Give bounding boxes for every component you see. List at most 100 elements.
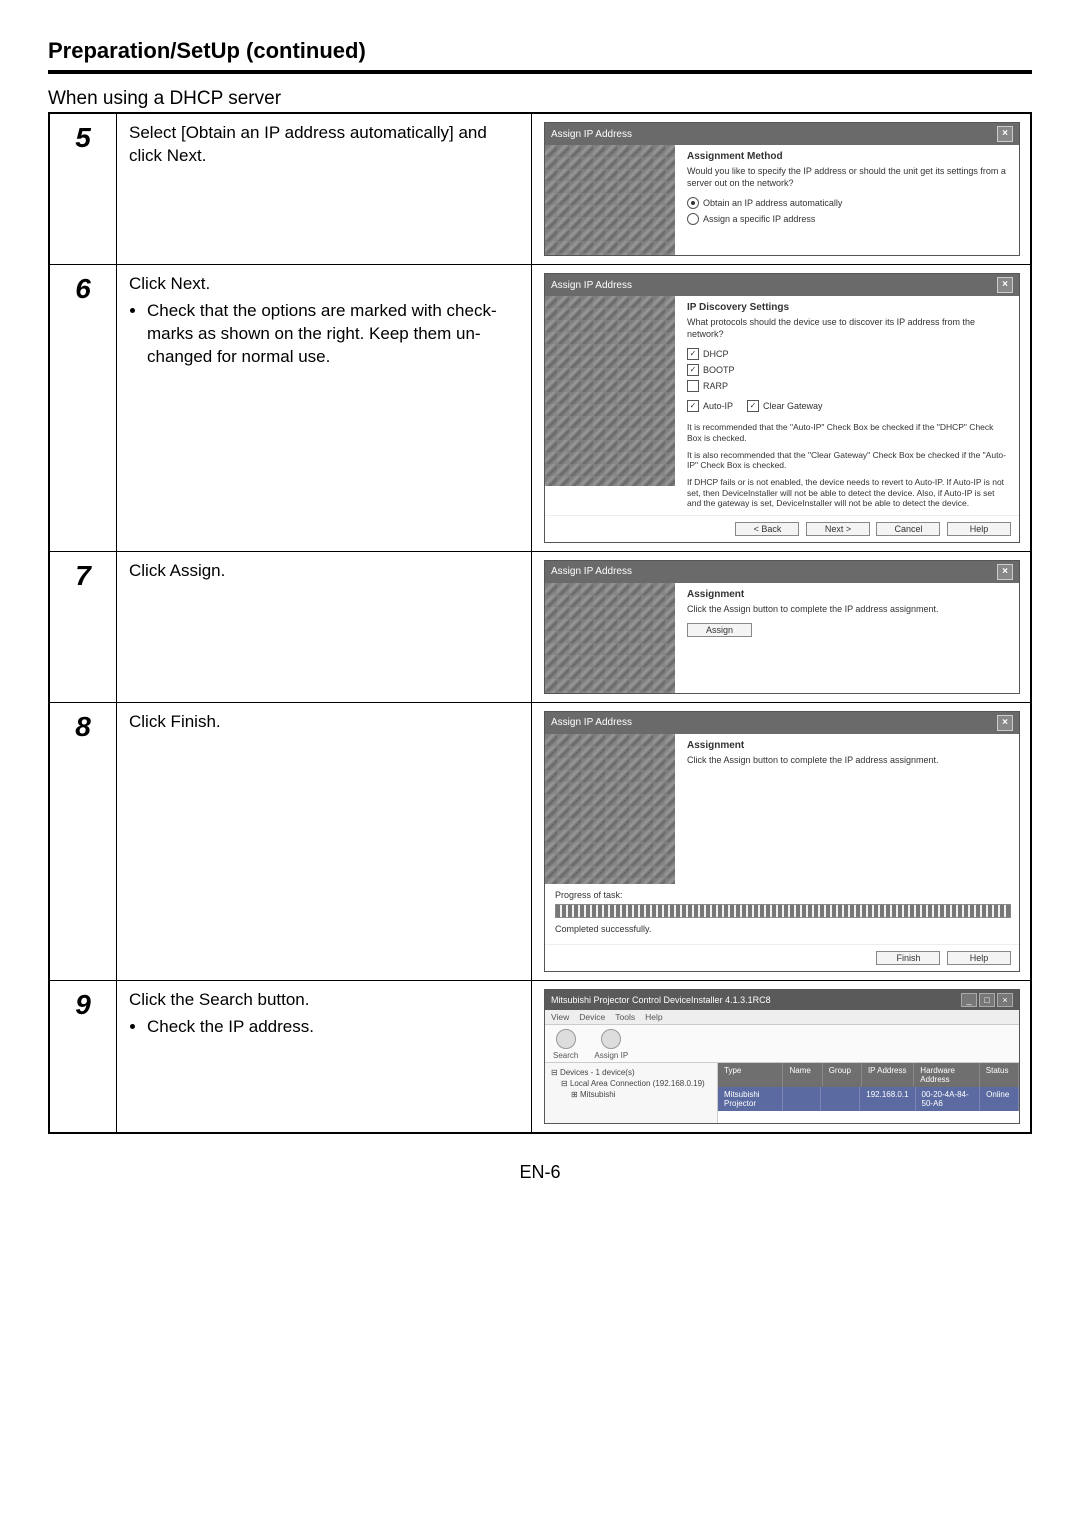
radio-label: Obtain an IP address automatically — [703, 198, 842, 208]
dialog-side-image — [545, 583, 675, 693]
close-icon[interactable]: × — [997, 715, 1013, 731]
back-button[interactable]: < Back — [735, 522, 799, 536]
minimize-icon[interactable]: _ — [961, 993, 977, 1007]
checkbox-autoip[interactable]: Auto-IP — [687, 400, 733, 412]
step-screenshot: Assign IP Address × Assignment Method Wo… — [532, 113, 1032, 265]
checkbox-dhcp[interactable]: DHCP — [687, 348, 1009, 360]
device-tree[interactable]: ⊟ Devices - 1 device(s) ⊟ Local Area Con… — [545, 1063, 718, 1123]
col-group: Group — [823, 1063, 862, 1087]
step-text: Click Next. — [129, 274, 210, 293]
tree-brand: Mitsubishi — [580, 1090, 616, 1099]
assign-button[interactable]: Assign — [687, 623, 752, 637]
checkbox-label: RARP — [703, 381, 728, 391]
close-icon[interactable]: × — [997, 564, 1013, 580]
checkbox-label: DHCP — [703, 349, 729, 359]
checkbox-icon — [687, 380, 699, 392]
help-button[interactable]: Help — [947, 951, 1011, 965]
maximize-icon[interactable]: □ — [979, 993, 995, 1007]
step-row: 6 Click Next. Check that the options are… — [49, 265, 1031, 552]
dialog-side-image — [545, 734, 675, 884]
col-ip: IP Address — [862, 1063, 914, 1087]
step-screenshot: Mitsubishi Projector Control DeviceInsta… — [532, 980, 1032, 1133]
step-number: 5 — [49, 113, 117, 265]
menu-item[interactable]: Help — [645, 1012, 662, 1022]
tree-root: Devices - 1 device(s) — [560, 1068, 635, 1077]
step-number: 7 — [49, 551, 117, 702]
checkbox-clear-gateway[interactable]: Clear Gateway — [747, 400, 823, 412]
dialog-note: It is also recommended that the "Clear G… — [687, 450, 1009, 471]
dialog-title-text: Assign IP Address — [551, 280, 632, 291]
radio-icon — [687, 197, 699, 209]
cell-group — [821, 1087, 860, 1111]
close-icon[interactable]: × — [997, 277, 1013, 293]
cell-hw: 00-20-4A-84-50-A6 — [916, 1087, 981, 1111]
dialog-note: If DHCP fails or is not enabled, the dev… — [687, 477, 1009, 509]
step-number: 6 — [49, 265, 117, 552]
step-text: Click Finish. — [129, 712, 221, 731]
checkbox-icon — [687, 400, 699, 412]
step-screenshot: Assign IP Address × IP Discovery Setting… — [532, 265, 1032, 552]
step-text: Select [Obtain an IP address automatical… — [129, 123, 487, 165]
col-name: Name — [783, 1063, 822, 1087]
radio-obtain-auto[interactable]: Obtain an IP address automatically — [687, 197, 1009, 209]
globe-icon — [601, 1029, 621, 1049]
step-bullet: Check that the options are marked with c… — [147, 300, 519, 369]
checkbox-bootp[interactable]: BOOTP — [687, 364, 1009, 376]
step-description: Click Finish. — [117, 702, 532, 980]
menu-item[interactable]: View — [551, 1012, 569, 1022]
checkbox-label: Clear Gateway — [763, 401, 823, 411]
tree-connection: Local Area Connection (192.168.0.19) — [570, 1079, 705, 1088]
checkbox-icon — [687, 364, 699, 376]
dialog-title-text: Assign IP Address — [551, 717, 632, 728]
grid-header: Type Name Group IP Address Hardware Addr… — [718, 1063, 1019, 1087]
radio-label: Assign a specific IP address — [703, 214, 815, 224]
window-titlebar: Mitsubishi Projector Control DeviceInsta… — [545, 990, 1019, 1010]
checkbox-label: BOOTP — [703, 365, 735, 375]
checkbox-rarp[interactable]: RARP — [687, 380, 1009, 392]
dialog-heading: Assignment — [687, 740, 1009, 751]
step-row: 9 Click the Search button. Check the IP … — [49, 980, 1031, 1133]
close-icon[interactable]: × — [997, 126, 1013, 142]
dialog-heading: IP Discovery Settings — [687, 302, 1009, 313]
toolbar-label: Assign IP — [594, 1051, 628, 1060]
step-description: Click Assign. — [117, 551, 532, 702]
toolbar-assign-ip[interactable]: Assign IP — [594, 1029, 628, 1060]
finish-button[interactable]: Finish — [876, 951, 940, 965]
step-screenshot: Assign IP Address × Assignment Click the… — [532, 702, 1032, 980]
cell-status: Online — [980, 1087, 1019, 1111]
close-icon[interactable]: × — [997, 993, 1013, 1007]
dialog-titlebar: Assign IP Address × — [545, 123, 1019, 145]
grid-row[interactable]: Mitsubishi Projector 192.168.0.1 00-20-4… — [718, 1087, 1019, 1111]
menu-item[interactable]: Device — [579, 1012, 605, 1022]
window-toolbar: Search Assign IP — [545, 1025, 1019, 1063]
dialog-titlebar: Assign IP Address × — [545, 274, 1019, 296]
assign-ip-dialog: Assign IP Address × Assignment Method Wo… — [544, 122, 1020, 256]
radio-icon — [687, 213, 699, 225]
step-row: 8 Click Finish. Assign IP Address × Assi… — [49, 702, 1031, 980]
menu-item[interactable]: Tools — [615, 1012, 635, 1022]
dialog-footer: Finish Help — [545, 944, 1019, 971]
cell-ip: 192.168.0.1 — [860, 1087, 915, 1111]
dialog-title-text: Assign IP Address — [551, 129, 632, 140]
dialog-text: Click the Assign button to complete the … — [687, 604, 1009, 616]
step-number: 9 — [49, 980, 117, 1133]
checkbox-icon — [687, 348, 699, 360]
subheading: When using a DHCP server — [48, 88, 1032, 110]
checkbox-icon — [747, 400, 759, 412]
cancel-button[interactable]: Cancel — [876, 522, 940, 536]
dialog-heading: Assignment — [687, 589, 1009, 600]
device-grid: Type Name Group IP Address Hardware Addr… — [718, 1063, 1019, 1123]
step-bullet: Check the IP address. — [147, 1016, 519, 1039]
next-button[interactable]: Next > — [806, 522, 870, 536]
dialog-heading: Assignment Method — [687, 151, 1009, 162]
step-description: Click Next. Check that the options are m… — [117, 265, 532, 552]
step-number: 8 — [49, 702, 117, 980]
page-number: EN-6 — [48, 1162, 1032, 1183]
radio-assign-specific[interactable]: Assign a specific IP address — [687, 213, 1009, 225]
col-hw: Hardware Address — [914, 1063, 979, 1087]
toolbar-search[interactable]: Search — [553, 1029, 578, 1060]
step-text: Click the Search button. — [129, 990, 309, 1009]
progress-label: Progress of task: — [555, 890, 1009, 900]
help-button[interactable]: Help — [947, 522, 1011, 536]
col-type: Type — [718, 1063, 783, 1087]
